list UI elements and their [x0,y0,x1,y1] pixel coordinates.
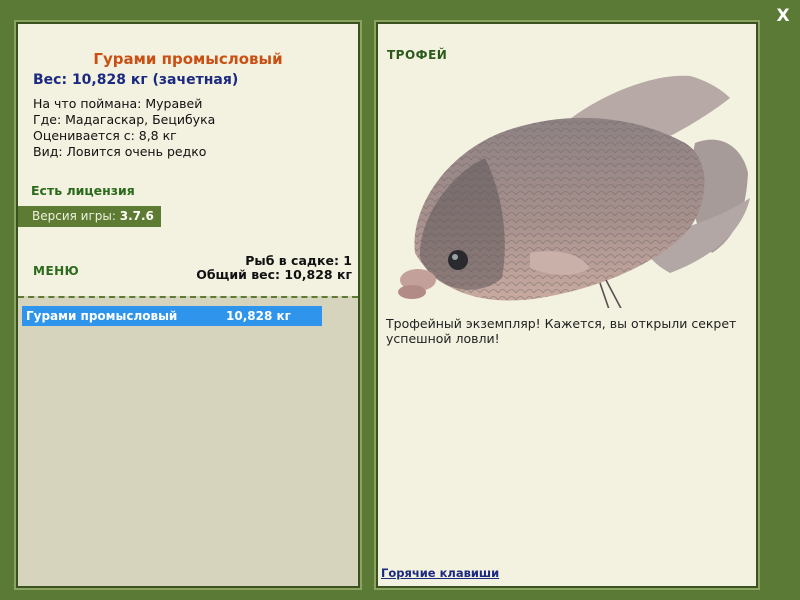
fish-count: Рыб в садке: 1 [245,253,352,268]
license-status: Есть лицензия [31,183,135,198]
list-item-name: Гурами промысловый [26,309,178,323]
catch-location: Где: Мадагаскар, Бецибука [33,112,216,127]
list-item[interactable]: Гурами промысловый 10,828 кг [22,306,322,326]
fish-info-panel: Гурами промысловый Вес: 10,828 кг (зачет… [14,20,362,590]
fish-image [398,75,750,308]
close-icon[interactable]: X [772,6,794,26]
menu-button[interactable]: МЕНЮ [33,264,79,278]
hotkeys-link[interactable]: Горячие клавиши [381,566,499,580]
caught-with: На что поймана: Муравей [33,96,203,111]
total-weight: Общий вес: 10,828 кг [196,267,352,282]
trophy-description: Трофейный экземпляр! Кажется, вы открыли… [386,316,737,346]
rarity: Вид: Ловится очень редко [33,144,207,159]
trophy-panel: ТРОФЕЙ Трофейный экземпляр! Кажется, вы … [374,20,760,590]
game-version: Версия игры: 3.7.6 [18,206,161,227]
catch-list: Гурами промысловый 10,828 кг [18,296,358,586]
fish-details: На что поймана: Муравей Где: Мадагаскар,… [33,96,215,160]
version-value: 3.7.6 [119,209,154,223]
rated-from: Оценивается с: 8,8 кг [33,128,177,143]
fish-title: Гурами промысловый [93,50,283,68]
version-label: Версия игры: [32,209,116,223]
list-item-weight: 10,828 кг [226,309,291,323]
keepnet-stats: Рыб в садке: 1 Общий вес: 10,828 кг [196,254,352,282]
fish-weight: Вес: 10,828 кг (зачетная) [33,72,239,88]
